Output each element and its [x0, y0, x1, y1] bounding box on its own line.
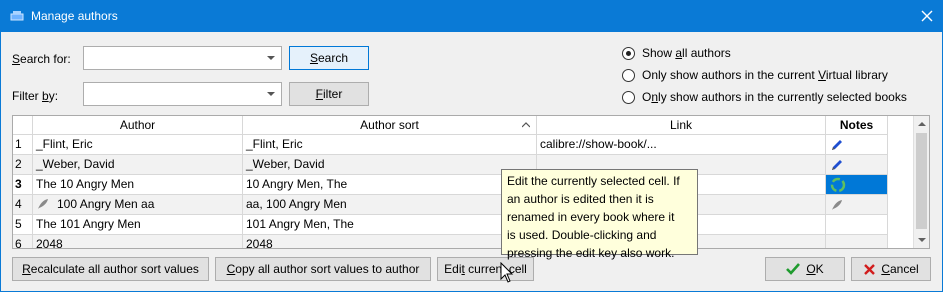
cell-author-sort[interactable]: 10 Angry Men, The: [243, 175, 537, 195]
cancel-button[interactable]: Cancel: [851, 257, 931, 281]
column-header-author[interactable]: Author: [33, 116, 243, 135]
corner-header[interactable]: [13, 116, 33, 135]
vertical-scrollbar[interactable]: [913, 116, 929, 248]
cell-author[interactable]: _Flint, Eric: [33, 135, 243, 155]
row-number[interactable]: 3: [13, 175, 33, 195]
row-number[interactable]: 1: [13, 135, 33, 155]
column-header-author-sort[interactable]: Author sort: [243, 116, 537, 135]
tooltip-line: pressing the edit key also work.: [507, 246, 675, 260]
ok-button[interactable]: OK: [765, 257, 845, 281]
cell-author-sort[interactable]: _Flint, Eric: [243, 135, 537, 155]
cell-link[interactable]: calibre://show-book/...: [537, 135, 826, 155]
cell-notes[interactable]: [826, 155, 888, 175]
tooltip-line: renamed in every book where it: [507, 210, 675, 224]
radio-label: Only show authors in the currently selec…: [642, 90, 907, 104]
copy-sort-to-author-button[interactable]: Copy all author sort values to author: [215, 257, 431, 281]
recalculate-author-sort-button[interactable]: Recalculate all author sort values: [12, 257, 209, 281]
row-number[interactable]: 5: [13, 215, 33, 235]
radio-indicator: [622, 69, 635, 82]
cell-notes-selected[interactable]: [826, 175, 888, 195]
scroll-thumb[interactable]: [916, 133, 927, 229]
scroll-down-arrow[interactable]: [914, 232, 929, 248]
search-button[interactable]: Search: [289, 46, 369, 70]
filter-button[interactable]: Filter: [289, 82, 369, 106]
row-number[interactable]: 2: [13, 155, 33, 175]
search-label: Search for:: [12, 52, 71, 66]
cell-author-text: 100 Angry Men aa: [57, 197, 155, 211]
column-header-link[interactable]: Link: [537, 116, 826, 135]
cell-author[interactable]: 100 Angry Men aa: [33, 195, 243, 215]
radio-indicator: [622, 91, 635, 104]
row-number[interactable]: 4: [13, 195, 33, 215]
close-icon: [921, 10, 933, 22]
cell-author[interactable]: _Weber, David: [33, 155, 243, 175]
tooltip-line: an author is edited then it is: [507, 192, 654, 206]
title-bar: Manage authors: [0, 0, 943, 32]
sort-ascending-icon: [522, 122, 530, 128]
column-header-notes[interactable]: Notes: [826, 116, 888, 135]
close-window-button[interactable]: [911, 0, 943, 32]
cell-author[interactable]: 2048: [33, 235, 243, 248]
radio-label: Show all authors: [642, 46, 731, 60]
checkmark-icon: [786, 263, 800, 275]
quill-icon: [832, 200, 842, 210]
cell-notes[interactable]: [826, 235, 888, 248]
cell-author[interactable]: The 10 Angry Men: [33, 175, 243, 195]
cell-author[interactable]: The 101 Angry Men: [33, 215, 243, 235]
row-number[interactable]: 6: [13, 235, 33, 248]
tooltip-line: Edit the currently selected cell. If: [507, 174, 680, 188]
edit-cell-tooltip: Edit the currently selected cell. If an …: [501, 169, 698, 260]
filter-dropdown-arrow[interactable]: [261, 83, 281, 105]
calibre-app-icon: [10, 11, 24, 21]
cell-author-sort[interactable]: aa, 100 Angry Men: [243, 195, 537, 215]
recycle-icon: [830, 177, 846, 193]
cell-author-sort[interactable]: _Weber, David: [243, 155, 537, 175]
radio-indicator: [622, 47, 635, 60]
filter-input[interactable]: [83, 82, 282, 106]
quill-icon: [38, 199, 48, 209]
authors-table[interactable]: Author Author sort Link Notes 1 _Flint, …: [12, 115, 930, 249]
cell-author-sort[interactable]: 2048: [243, 235, 537, 248]
cell-notes[interactable]: [826, 215, 888, 235]
cell-notes[interactable]: [826, 195, 888, 215]
cell-notes[interactable]: [826, 135, 888, 155]
window-title: Manage authors: [31, 9, 118, 23]
search-input[interactable]: [83, 46, 282, 70]
filter-label: Filter by:: [12, 89, 59, 103]
pencil-icon: [832, 160, 842, 170]
search-dropdown-arrow[interactable]: [261, 47, 281, 69]
scroll-up-arrow[interactable]: [914, 116, 929, 132]
radio-label: Only show authors in the current Virtual…: [642, 68, 888, 82]
pencil-icon: [832, 140, 842, 150]
cell-author-sort[interactable]: 101 Angry Men, The: [243, 215, 537, 235]
tooltip-line: is used. Double-clicking and: [507, 228, 657, 242]
column-header-author-sort-label: Author sort: [360, 118, 419, 132]
cancel-x-icon: [864, 264, 875, 275]
mouse-cursor-icon: [500, 262, 514, 283]
